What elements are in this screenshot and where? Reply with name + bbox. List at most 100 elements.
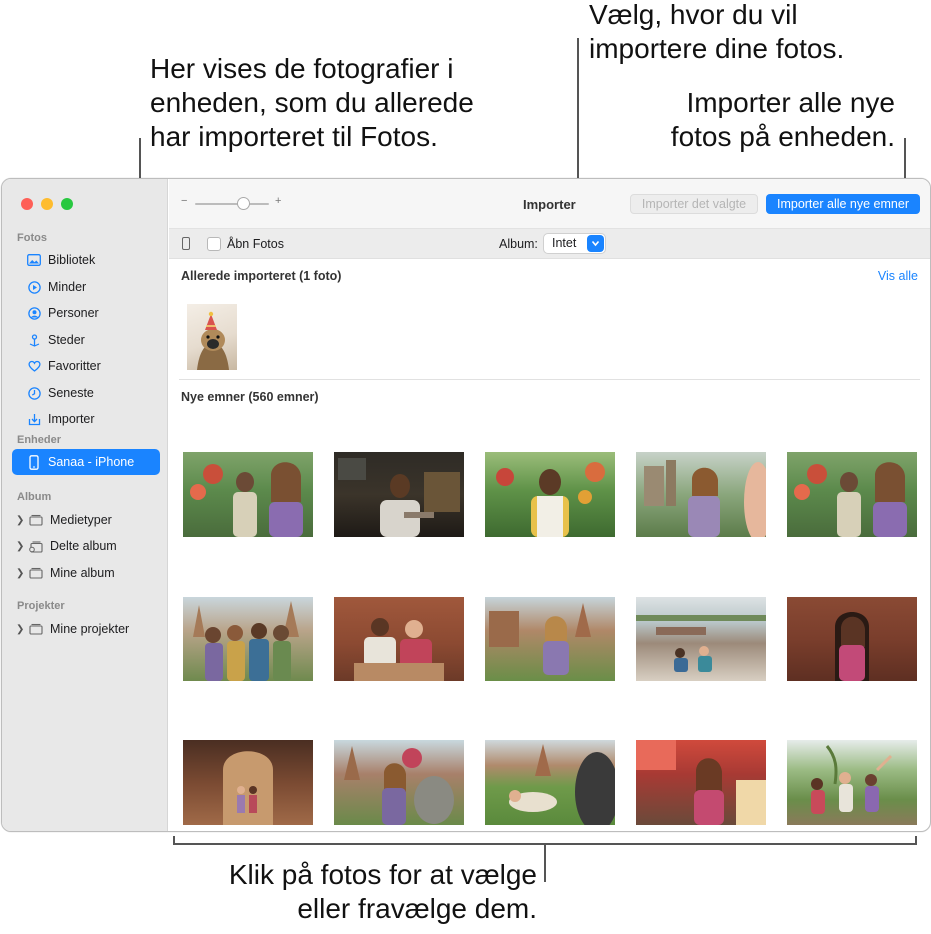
sidebar-item-my-albums[interactable]: ❯ Mine album — [12, 560, 160, 586]
callout-line: importere dine fotos. — [589, 33, 845, 64]
import-options-bar: Åbn Fotos Album: Intet — [169, 229, 930, 259]
new-photo-thumbnail[interactable] — [334, 597, 464, 681]
window-controls — [21, 198, 73, 210]
new-photo-thumbnail[interactable] — [485, 452, 615, 537]
toolbar: − + Importer Importer det valgte Importe… — [169, 179, 930, 229]
sidebar-item-label: Mine album — [50, 566, 115, 580]
photo-library-icon — [27, 253, 41, 267]
sidebar-item-library[interactable]: Bibliotek — [12, 247, 160, 273]
close-window-button[interactable] — [21, 198, 33, 210]
leader-line — [544, 845, 546, 882]
sidebar-item-label: Bibliotek — [48, 253, 96, 267]
chevron-right-icon[interactable]: ❯ — [16, 624, 26, 635]
places-pin-icon — [27, 333, 41, 347]
callout-line: Importer alle nye — [686, 87, 895, 118]
folder-stack-icon — [29, 513, 43, 527]
sidebar-item-people[interactable]: Personer — [12, 300, 160, 326]
callout-line: har importeret til Fotos. — [150, 121, 438, 152]
open-photos-label: Åbn Fotos — [227, 237, 284, 251]
iphone-icon — [182, 237, 190, 250]
new-photo-thumbnail[interactable] — [787, 452, 917, 537]
callout-click-photos: Klik på fotos for at vælge eller fravælg… — [229, 858, 537, 926]
import-all-new-button[interactable]: Importer alle nye emner — [766, 194, 920, 214]
new-photo-thumbnail[interactable] — [334, 452, 464, 537]
new-photo-thumbnail[interactable] — [334, 740, 464, 825]
zoom-minus-icon: − — [181, 195, 188, 207]
sidebar-item-label: Personer — [48, 306, 99, 320]
section-label-fotos: Fotos — [17, 232, 47, 244]
section-label-albums: Album — [17, 491, 52, 503]
album-select-value: Intet — [552, 236, 577, 250]
bracket-line — [173, 836, 175, 845]
new-photo-thumbnail[interactable] — [787, 740, 917, 825]
photos-window: Fotos Bibliotek Minder Personer Steder F… — [1, 178, 931, 832]
sidebar-item-label: Importer — [48, 412, 95, 426]
sidebar-item-label: Sanaa - iPhone — [48, 455, 135, 469]
new-photo-thumbnail[interactable] — [485, 597, 615, 681]
new-photo-thumbnail[interactable] — [636, 597, 766, 681]
memories-icon — [27, 280, 41, 294]
minimize-window-button[interactable] — [41, 198, 53, 210]
callout-line: Vælg, hvor du vil — [589, 0, 798, 30]
sidebar-item-recents[interactable]: Seneste — [12, 380, 160, 406]
sidebar-item-label: Steder — [48, 333, 85, 347]
callout-line: Klik på fotos for at vælge — [228, 859, 537, 890]
zoom-window-button[interactable] — [61, 198, 73, 210]
clock-icon — [27, 386, 41, 400]
new-items-heading: Nye emner (560 emner) — [181, 390, 319, 404]
zoom-slider-knob[interactable] — [236, 197, 250, 210]
callout-line: Her vises de fotografier i — [150, 53, 454, 84]
sidebar-item-label: Mine projekter — [50, 622, 130, 636]
chevron-right-icon[interactable]: ❯ — [16, 568, 26, 579]
sidebar-item-label: Minder — [48, 280, 87, 294]
new-photo-thumbnail[interactable] — [183, 597, 313, 681]
sidebar-item-label: Delte album — [50, 539, 117, 553]
section-divider — [179, 379, 920, 380]
sidebar-item-places[interactable]: Steder — [12, 327, 160, 353]
already-imported-heading: Allerede importeret (1 foto) — [181, 269, 342, 283]
section-label-devices: Enheder — [17, 434, 62, 446]
section-label-projects: Projekter — [17, 600, 65, 612]
iphone-icon — [27, 454, 41, 470]
import-selected-button[interactable]: Importer det valgte — [630, 194, 758, 214]
shared-album-icon — [29, 539, 43, 553]
zoom-slider-track[interactable] — [195, 203, 269, 205]
page-title: Importer — [523, 197, 576, 212]
bracket-line — [915, 836, 917, 845]
new-photo-thumbnail[interactable] — [787, 597, 917, 681]
chevron-updown-icon — [587, 235, 604, 252]
sidebar-item-label: Medietyper — [50, 513, 112, 527]
album-select[interactable]: Intet — [543, 233, 606, 254]
sidebar-item-import[interactable]: Importer — [12, 406, 160, 432]
sidebar-item-my-projects[interactable]: ❯ Mine projekter — [12, 616, 160, 642]
import-icon — [27, 412, 41, 426]
callout-line: fotos på enheden. — [670, 121, 895, 152]
already-imported-photo[interactable] — [187, 304, 237, 370]
heart-icon — [27, 359, 41, 373]
open-photos-checkbox[interactable] — [207, 237, 221, 251]
sidebar-item-favorites[interactable]: Favoritter — [12, 353, 160, 379]
callout-line: eller fravælge dem. — [297, 893, 537, 924]
callout-line: enheden, som du allerede — [150, 87, 474, 118]
show-all-link[interactable]: Vis alle — [878, 269, 918, 283]
folder-stack-icon — [29, 566, 43, 580]
people-icon — [27, 306, 41, 320]
chevron-right-icon[interactable]: ❯ — [16, 515, 26, 526]
main-content: − + Importer Importer det valgte Importe… — [169, 179, 930, 831]
new-photo-thumbnail[interactable] — [183, 740, 313, 825]
new-photo-thumbnail[interactable] — [636, 740, 766, 825]
sidebar-item-label: Favoritter — [48, 359, 101, 373]
zoom-slider[interactable]: − + — [181, 195, 281, 211]
sidebar-item-media-types[interactable]: ❯ Medietyper — [12, 507, 160, 533]
callout-already-imported: Her vises de fotografier i enheden, som … — [150, 52, 474, 154]
new-photo-thumbnail[interactable] — [636, 452, 766, 537]
folder-stack-icon — [29, 622, 43, 636]
sidebar-item-shared-albums[interactable]: ❯ Delte album — [12, 533, 160, 559]
new-photo-thumbnail[interactable] — [183, 452, 313, 537]
album-label: Album: — [499, 237, 538, 251]
sidebar-item-device-iphone[interactable]: Sanaa - iPhone — [12, 449, 160, 475]
sidebar-item-memories[interactable]: Minder — [12, 274, 160, 300]
zoom-plus-icon: + — [275, 195, 282, 207]
new-photo-thumbnail[interactable] — [485, 740, 615, 825]
chevron-right-icon[interactable]: ❯ — [16, 541, 26, 552]
